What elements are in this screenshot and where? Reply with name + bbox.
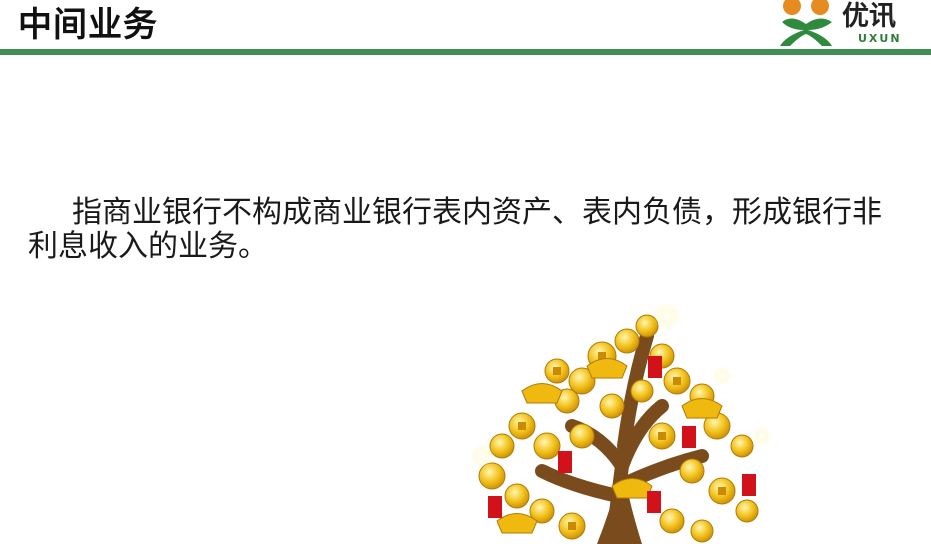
money-tree-icon	[470, 302, 772, 544]
page-title: 中间业务	[18, 5, 158, 45]
logo-mark-icon	[780, 0, 832, 46]
logo-name-en: UXUN	[858, 32, 902, 45]
definition-paragraph: 指商业银行不构成商业银行表内资产、表内负债，形成银行非利息收入的业务。	[28, 195, 882, 264]
brand-logo: 优讯 UXUN	[778, 0, 931, 48]
logo-name-cn: 优讯	[842, 1, 896, 32]
header-divider	[0, 49, 931, 55]
